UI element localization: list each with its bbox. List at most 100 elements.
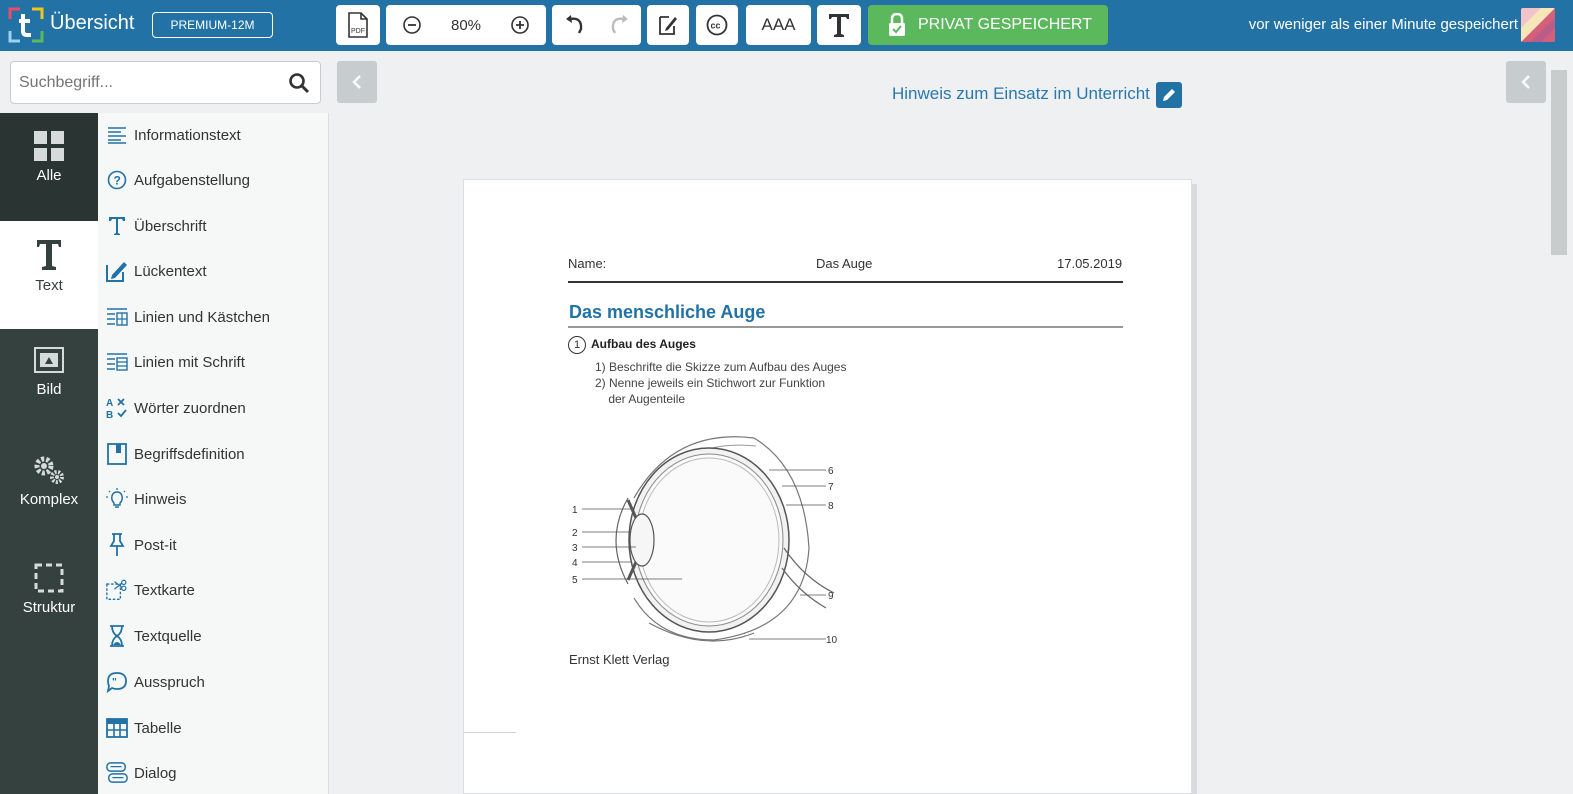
list-item-label: Ausspruch [134,673,205,691]
list-item-label: Wörter zuordnen [134,399,246,417]
list-item-label: Post-it [134,536,177,554]
zoom-out-button[interactable] [402,15,422,35]
list-item-ueberschrift[interactable]: Überschrift [106,211,207,241]
diagram-label: 3 [572,543,578,554]
worksheet-title[interactable]: Das menschliche Auge [569,302,765,323]
task-title[interactable]: Aufbau des Auges [591,337,696,351]
task-instruction: 2) Nenne jeweils ein Stichwort zur Funkt… [595,376,826,390]
collapse-left-panel-button[interactable] [337,61,377,103]
top-bar: Übersicht PREMIUM-12M PDF 80% cc AAA PRI… [0,0,1573,51]
list-item-woerter-zuordnen[interactable]: AB Wörter zuordnen [106,393,246,423]
diagram-label: 5 [572,575,578,586]
eye-diagram[interactable]: 1 2 3 4 5 6 7 8 9 10 [564,428,844,648]
diagram-label: 1 [572,505,578,516]
category-alle[interactable]: Alle [0,113,98,221]
category-label: Text [35,277,63,294]
app-logo[interactable] [8,7,44,43]
redo-button[interactable] [608,15,630,35]
diagram-label: 2 [572,528,578,539]
edit-button[interactable] [647,5,689,45]
category-label: Alle [36,167,62,184]
save-status: vor weniger als einer Minute gespeichert [1248,16,1518,33]
title-divider [568,326,1123,328]
privacy-label: PRIVAT GESPEICHERT [918,16,1092,33]
category-text[interactable]: Text [0,221,98,329]
list-item-tabelle[interactable]: Tabelle [106,713,182,743]
question-circle-icon: ? [106,169,128,191]
element-list: Informationstext ? Aufgabenstellung Über… [98,113,329,794]
pdf-export-button[interactable]: PDF [336,5,380,45]
list-item-label: Textkarte [134,581,195,599]
header-divider [568,281,1123,283]
list-item-linien-mit-schrift[interactable]: Linien mit Schrift [106,347,245,377]
task-number: 1 [568,336,586,354]
pencil-icon [1163,89,1175,101]
search-icon[interactable] [288,72,310,98]
category-komplex[interactable]: Komplex [0,437,98,545]
speech-bubble-icon: " [106,671,128,693]
lines-icon [106,124,128,146]
diagram-label: 4 [572,558,578,569]
image-icon [34,347,64,373]
svg-text:B: B [106,410,113,420]
scrollbar-thumb[interactable] [1551,70,1567,255]
list-item-textkarte[interactable]: Textkarte [106,575,195,605]
list-item-informationstext[interactable]: Informationstext [106,120,241,150]
category-bild[interactable]: Bild [0,329,98,437]
list-item-dialog[interactable]: Dialog [106,758,177,788]
privacy-status-button[interactable]: PRIVAT GESPEICHERT [868,5,1108,45]
lock-icon [889,13,905,36]
zoom-in-button[interactable] [510,15,530,35]
teaching-hint-link[interactable]: Hinweis zum Einsatz im Unterricht [892,84,1150,104]
zoom-control: 80% [386,5,546,45]
match-words-icon: AB [106,397,128,420]
list-item-textquelle[interactable]: Textquelle [106,621,202,651]
task-instruction: 1) Beschrifte die Skizze zum Aufbau des … [595,360,847,374]
name-label: Name: [568,256,607,271]
list-item-label: Dialog [134,764,177,782]
undo-button[interactable] [564,15,586,35]
diagram-label: 10 [826,635,838,646]
lines-text-icon [106,351,128,373]
svg-text:?: ? [114,174,121,188]
premium-badge[interactable]: PREMIUM-12M [152,12,273,38]
dialog-icon [106,762,128,784]
table-icon [106,717,128,739]
font-style-button[interactable] [817,5,861,45]
diagram-label: 7 [828,482,834,493]
dashed-square-icon [34,563,64,593]
list-item-label: Begriffsdefinition [134,445,245,463]
book-icon [106,443,128,465]
list-item-ausspruch[interactable]: " Ausspruch [106,667,205,697]
list-item-label: Linien mit Schrift [134,353,245,371]
edit-box-icon [106,260,128,282]
page-divider-stub [464,732,516,733]
list-item-aufgabenstellung[interactable]: ? Aufgabenstellung [106,165,250,195]
user-avatar[interactable] [1521,8,1555,42]
open-right-panel-button[interactable] [1506,61,1546,103]
category-struktur[interactable]: Struktur [0,545,98,653]
edit-hint-button[interactable] [1156,82,1182,108]
font-size-button[interactable]: AAA [746,5,811,45]
worksheet-topic: Das Auge [816,256,873,271]
list-item-linien-und-kaestchen[interactable]: Linien und Kästchen [106,302,270,332]
worksheet-date: 17.05.2019 [1057,256,1123,271]
chevron-left-icon [1521,75,1530,89]
list-item-lueckentext[interactable]: Lückentext [106,256,207,286]
list-item-hinweis[interactable]: Hinweis [106,484,187,514]
edit-note-icon [659,16,677,35]
font-t-icon [829,14,849,37]
undo-icon [565,15,582,34]
license-button[interactable]: cc [696,5,738,45]
list-item-begriffsdefinition[interactable]: Begriffsdefinition [106,439,245,469]
list-item-label: Aufgabenstellung [134,171,250,189]
list-item-post-it[interactable]: Post-it [106,530,177,560]
category-label: Komplex [19,491,79,508]
task-instruction: der Augenteile [595,392,686,406]
text-t-icon [37,240,61,270]
heading-t-icon [106,215,128,237]
category-rail: Alle Text Bild Komplex Struktur [0,113,98,794]
search-input[interactable] [11,62,271,103]
overview-title[interactable]: Übersicht [50,12,134,35]
worksheet-page: Name: Das Auge 17.05.2019 Das menschlich… [463,179,1192,794]
